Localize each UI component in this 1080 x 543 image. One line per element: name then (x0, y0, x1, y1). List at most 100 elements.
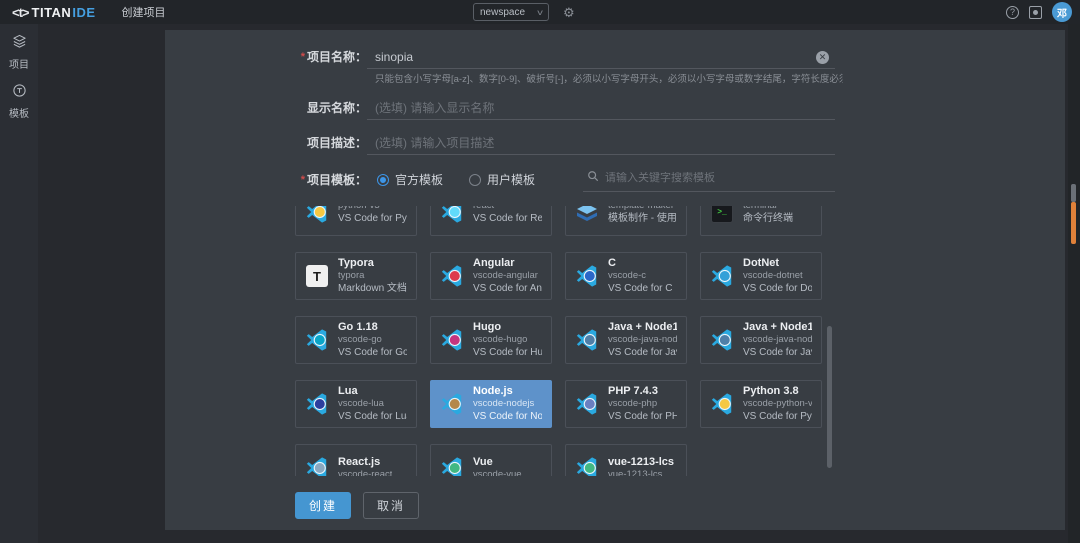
workspace-gear-icon[interactable]: ⚙ (563, 6, 575, 19)
template-card[interactable]: T Typora typora Markdown 文档编写... (295, 252, 417, 300)
template-card-title: Go 1.18 (338, 321, 407, 334)
vscode-icon (440, 264, 464, 288)
template-card-description: 命令行终端 (743, 212, 793, 225)
template-grid-viewport: python-v3 VS Code for Python react VS Co… (295, 206, 835, 476)
template-card[interactable]: Java + Node10 vscode-java-node10 VS Code… (565, 316, 687, 364)
template-card-subtitle: vscode-c (608, 270, 672, 282)
page-scrollbar-thumb[interactable] (1071, 184, 1076, 202)
template-card-subtitle: vscode-php (608, 398, 677, 410)
required-asterisk: * (301, 51, 305, 63)
vscode-icon (440, 392, 464, 416)
template-card[interactable]: vue-1213-lcs vue-1213-lcs (565, 444, 687, 476)
template-card-title: Angular (473, 257, 542, 270)
typora-icon: T (305, 265, 329, 287)
template-source-option[interactable]: 用户模板 (469, 171, 535, 188)
vscode-icon (305, 456, 329, 476)
topbar: <t> TITANIDE 创建项目 newspace v ⚙ ? 邓 (0, 0, 1080, 24)
project-name-input[interactable] (375, 50, 816, 64)
template-card[interactable]: C vscode-c VS Code for C (565, 252, 687, 300)
sidebar-item-projects[interactable]: 项目 (9, 34, 29, 71)
cancel-button[interactable]: 取消 (363, 492, 419, 519)
vscode-icon (305, 328, 329, 352)
workspace-select-value: newspace (480, 7, 525, 18)
template-card[interactable]: Node.js vscode-nodejs VS Code for Node.j… (430, 380, 552, 428)
terminal-icon: >_ (710, 206, 734, 223)
template-card-subtitle: vscode-react (338, 469, 392, 477)
create-button[interactable]: 创建 (295, 492, 351, 519)
template-card[interactable]: DotNet vscode-dotnet VS Code for DotNet (700, 252, 822, 300)
template-card[interactable]: Angular vscode-angular VS Code for Angul… (430, 252, 552, 300)
vscode-icon (440, 206, 464, 224)
app-logo[interactable]: <t> TITANIDE (12, 5, 96, 20)
template-card-title: PHP 7.4.3 (608, 385, 677, 398)
radio-option-label: 官方模板 (395, 171, 443, 188)
project-name-help: 只能包含小写字母[a-z]、数字[0-9]、破折号[-]，必须以小写字母开头，必… (375, 71, 843, 85)
template-card[interactable]: Go 1.18 vscode-go VS Code for Go 1.18 (295, 316, 417, 364)
template-source-option[interactable]: 官方模板 (377, 171, 443, 188)
display-name-label: 显示名称： (295, 99, 367, 120)
project-name-label: *项目名称： (295, 48, 367, 69)
template-card-description: VS Code for Python (743, 410, 812, 423)
user-avatar[interactable]: 邓 (1052, 2, 1072, 22)
templates-circle-icon (12, 83, 27, 103)
radio-icon[interactable] (469, 174, 481, 186)
clear-input-icon[interactable]: ✕ (816, 51, 829, 64)
template-card[interactable]: python-v3 VS Code for Python (295, 206, 417, 236)
template-card[interactable]: Python 3.8 vscode-python-v3 VS Code for … (700, 380, 822, 428)
sidebar: 项目 模板 (0, 24, 38, 543)
template-card[interactable]: react VS Code for React.js (430, 206, 552, 236)
workspace-select[interactable]: newspace v (473, 3, 549, 21)
vscode-icon (710, 264, 734, 288)
brand-name: TITAN (32, 5, 72, 20)
template-card-subtitle: vscode-go (338, 334, 407, 346)
project-desc-label: 项目描述： (295, 134, 367, 155)
settings-box-icon[interactable] (1029, 6, 1042, 19)
vscode-icon (710, 392, 734, 416)
template-card[interactable]: Vue vscode-vue (430, 444, 552, 476)
template-card-title: Java + Node16 (743, 321, 812, 334)
vscode-icon (575, 328, 599, 352)
chevron-down-icon: v (537, 8, 543, 17)
template-card[interactable]: Lua vscode-lua VS Code for Lua (295, 380, 417, 428)
template-card[interactable]: React.js vscode-react (295, 444, 417, 476)
vscode-icon (305, 392, 329, 416)
template-card-title: vue-1213-lcs (608, 456, 674, 469)
sidebar-item-templates[interactable]: 模板 (9, 83, 29, 120)
template-card-title: React.js (338, 456, 392, 469)
template-card-description: VS Code for PHP (608, 410, 677, 423)
template-card-title: Python 3.8 (743, 385, 812, 398)
template-card-subtitle: vscode-angular (473, 270, 542, 282)
template-card-title: C (608, 257, 672, 270)
template-grid-scrollbar[interactable] (827, 326, 832, 468)
page-scrollbar[interactable] (1068, 24, 1080, 543)
template-card-description: VS Code for Java + ... (743, 346, 812, 359)
template-card-description: VS Code for Hugo (473, 346, 542, 359)
template-card[interactable]: Java + Node16 vscode-java-node16 VS Code… (700, 316, 822, 364)
template-card-subtitle: vscode-java-node10 (608, 334, 677, 346)
template-card[interactable]: template-maker 模板制作 - 使用 Tem... (565, 206, 687, 236)
help-icon[interactable]: ? (1006, 6, 1019, 19)
template-card-subtitle: vscode-hugo (473, 334, 542, 346)
project-desc-input[interactable] (375, 136, 829, 150)
template-card[interactable]: PHP 7.4.3 vscode-php VS Code for PHP (565, 380, 687, 428)
template-card-subtitle: vscode-dotnet (743, 270, 812, 282)
template-card-description: Markdown 文档编写... (338, 282, 407, 295)
display-name-input[interactable] (375, 101, 829, 115)
template-card-title: Node.js (473, 385, 542, 398)
page-title: 创建项目 (122, 4, 166, 20)
template-search-box (583, 169, 835, 192)
template-card-description: VS Code for Lua (338, 410, 407, 423)
template-card-title: Typora (338, 257, 407, 270)
template-card[interactable]: >_ terminal 命令行终端 (700, 206, 822, 236)
radio-selected-icon[interactable] (377, 174, 389, 186)
project-template-label: *项目模板： (295, 171, 367, 192)
create-project-panel: *项目名称： ✕ 只能包含小写字母[a-z]、数字[0-9]、破折号[-]，必须… (165, 30, 1065, 530)
template-card-subtitle: vscode-java-node16 (743, 334, 812, 346)
brand-name-accent: IDE (72, 5, 95, 20)
template-card[interactable]: Hugo vscode-hugo VS Code for Hugo (430, 316, 552, 364)
sidebar-item-label: 模板 (9, 105, 29, 120)
vscode-icon (440, 456, 464, 476)
template-search-input[interactable] (605, 172, 831, 184)
main-area: *项目名称： ✕ 只能包含小写字母[a-z]、数字[0-9]、破折号[-]，必须… (38, 24, 1080, 543)
template-card-subtitle: vscode-lua (338, 398, 407, 410)
